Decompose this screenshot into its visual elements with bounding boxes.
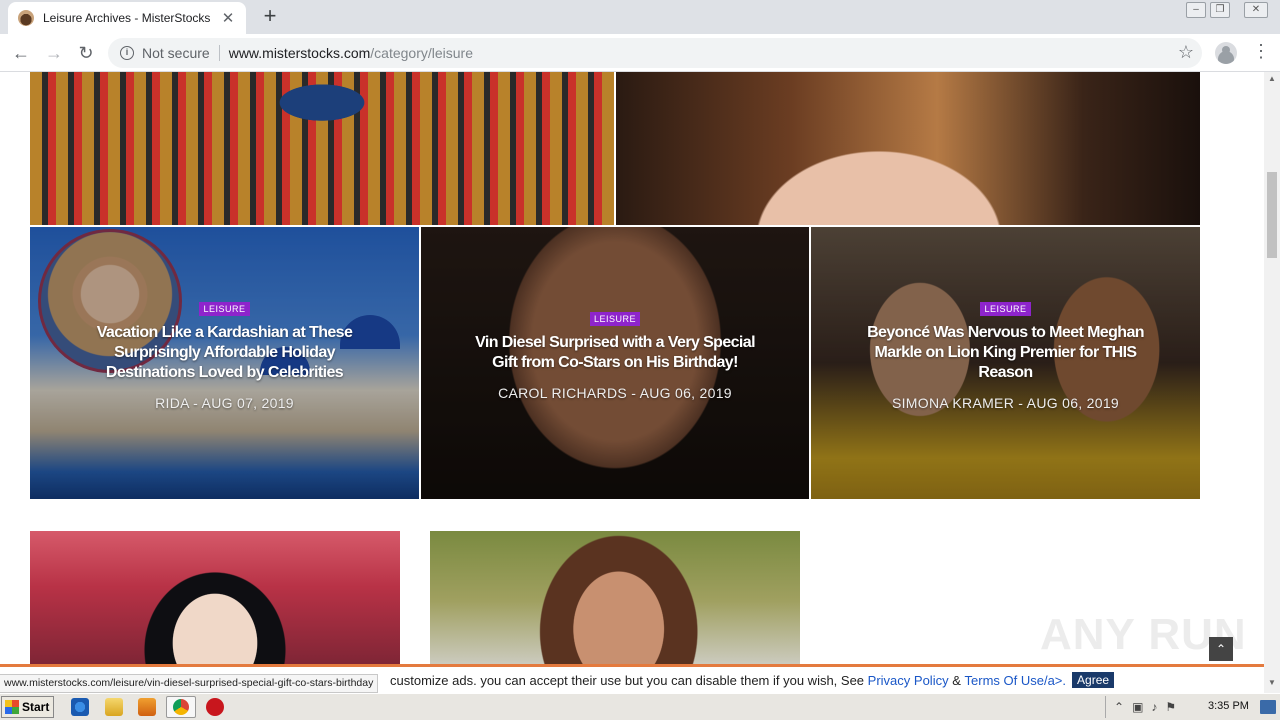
tray-expand-icon[interactable]: ⌃ (1114, 700, 1124, 714)
tab-title: Leisure Archives - MisterStocks (43, 11, 211, 25)
window-close-icon[interactable]: ✕ (1244, 2, 1268, 18)
scroll-down-icon[interactable]: ▼ (1264, 676, 1280, 690)
network-icon[interactable]: ▣ (1132, 700, 1143, 714)
article-card[interactable]: LEISURE Vacation Like a Kardashian at Th… (30, 227, 419, 499)
article-thumbnail[interactable] (30, 531, 400, 665)
browser-toolbar: ← → ↻ i Not secure www.misterstocks.com /… (0, 34, 1280, 72)
cookie-amp: & (952, 672, 961, 688)
browser-tab[interactable]: Leisure Archives - MisterStocks ✕ (8, 2, 246, 34)
article-title[interactable]: Beyoncé Was Nervous to Meet Meghan Markl… (861, 323, 1150, 383)
internet-explorer-icon[interactable] (71, 698, 89, 716)
restore-icon[interactable]: ❐ (1210, 2, 1230, 18)
article-title[interactable]: Vacation Like a Kardashian at These Surp… (80, 323, 369, 383)
terms-of-use-link[interactable]: Terms Of Use/a>. (965, 673, 1067, 688)
tab-strip: Leisure Archives - MisterStocks ✕ + – ❐ … (0, 0, 1280, 34)
action-center-flag-icon[interactable]: ⚑ (1165, 700, 1176, 714)
chrome-taskbar-button[interactable] (166, 696, 196, 718)
start-label: Start (22, 700, 50, 714)
card-text: LEISURE Vacation Like a Kardashian at Th… (30, 299, 419, 411)
security-label: Not secure (142, 45, 210, 61)
article-title[interactable]: Vin Diesel Surprised with a Very Special… (471, 333, 759, 373)
article-meta: CAROL RICHARDS - AUG 06, 2019 (498, 385, 732, 401)
article-card[interactable]: LEISURE Beyoncé Was Nervous to Meet Megh… (811, 227, 1200, 499)
article-image-katy-costume[interactable] (30, 72, 614, 225)
card-text: LEISURE Vin Diesel Surprised with a Very… (421, 309, 809, 401)
category-badge[interactable]: LEISURE (589, 312, 640, 326)
url-host: www.misterstocks.com (228, 45, 371, 61)
cookie-text: customize ads. you can accept their use … (390, 672, 865, 688)
minimize-icon[interactable]: – (1186, 2, 1206, 18)
system-tray: ⌃ ▣ ♪ ⚑ (1105, 696, 1278, 718)
page-scrollbar[interactable]: ▲ ▼ (1264, 72, 1280, 693)
scroll-to-top-icon[interactable]: ⌃ (1209, 637, 1233, 661)
page-viewport: LEISURE Vacation Like a Kardashian at Th… (0, 72, 1264, 665)
folder-icon[interactable] (105, 698, 123, 716)
url-path: /category/leisure (370, 45, 473, 61)
divider (218, 45, 220, 61)
chrome-icon (173, 699, 189, 715)
address-bar[interactable]: i Not secure www.misterstocks.com/catego… (108, 38, 1202, 68)
forward-arrow-icon[interactable]: → (42, 41, 66, 65)
article-meta: RIDA - AUG 07, 2019 (155, 395, 294, 411)
article-meta: SIMONA KRAMER - AUG 06, 2019 (891, 395, 1120, 411)
volume-icon[interactable]: ♪ (1151, 700, 1157, 714)
back-arrow-icon[interactable]: ← (9, 41, 33, 65)
show-desktop-icon[interactable] (1260, 700, 1276, 714)
windows-taskbar: Start ⌃ ▣ ♪ ⚑ 3:35 PM (0, 693, 1280, 720)
new-tab-button[interactable]: + (258, 5, 282, 29)
article-thumbnail[interactable] (430, 531, 800, 665)
info-icon[interactable]: i (120, 46, 134, 60)
agree-button[interactable]: Agree (1072, 672, 1115, 688)
kebab-menu-icon[interactable]: ⋮ (1252, 41, 1270, 62)
scroll-up-icon[interactable]: ▲ (1264, 72, 1280, 86)
card-text: LEISURE Beyoncé Was Nervous to Meet Megh… (811, 299, 1200, 411)
article-card[interactable]: LEISURE Vin Diesel Surprised with a Very… (421, 227, 809, 499)
privacy-policy-link[interactable]: Privacy Policy (868, 673, 949, 688)
tab-close-icon[interactable]: ✕ (220, 9, 236, 27)
status-bar-url: www.misterstocks.com/leisure/vin-diesel-… (0, 674, 379, 693)
windows-logo-icon (5, 700, 19, 714)
opera-icon[interactable] (206, 698, 224, 716)
clock[interactable]: 3:35 PM (1208, 700, 1249, 712)
reload-icon[interactable]: ↻ (74, 41, 98, 65)
scrollbar-thumb[interactable] (1267, 172, 1277, 258)
category-badge[interactable]: LEISURE (980, 302, 1031, 316)
bookmark-star-icon[interactable]: ☆ (1178, 42, 1194, 63)
media-player-icon[interactable] (138, 698, 156, 716)
site-favicon-icon (18, 10, 34, 26)
category-badge[interactable]: LEISURE (199, 302, 250, 316)
start-button[interactable]: Start (1, 696, 54, 718)
article-image-woman-hair[interactable] (616, 72, 1200, 225)
profile-avatar-icon[interactable] (1215, 42, 1237, 64)
